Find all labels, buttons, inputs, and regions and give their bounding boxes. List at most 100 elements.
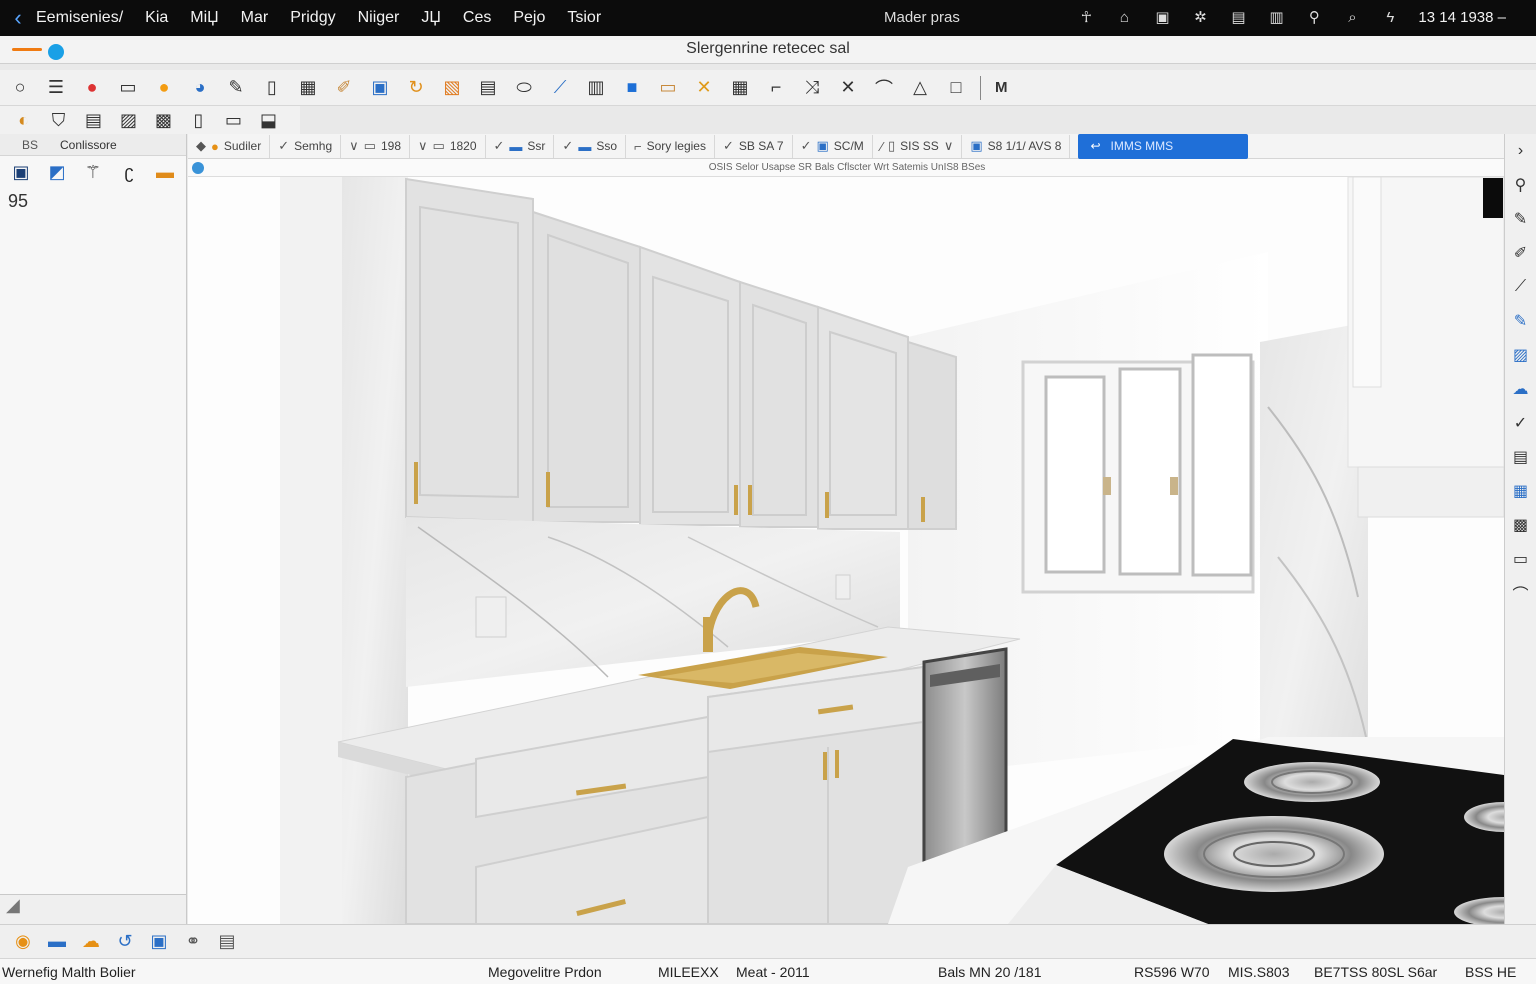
chevron-right-icon[interactable]: › [1505,134,1536,168]
location-icon[interactable]: ⚲ [1304,8,1324,26]
option-3[interactable]: ∨ ▭ 198 [341,134,410,158]
menu-item-2[interactable]: Kia [145,9,168,27]
sparkle-icon[interactable]: ✲ [1190,8,1210,26]
curve-icon[interactable]: ʗ [116,162,142,183]
cloud-icon[interactable]: ☁ [1505,372,1536,406]
fill-square-icon[interactable]: ■ [614,74,650,102]
option-6[interactable]: ✓ ▬ Sso [554,134,627,158]
curve-tool-icon[interactable]: ⌒ [1505,576,1536,610]
move-icon[interactable]: ⤨ [794,74,830,102]
grid2-icon[interactable]: ▥ [578,74,614,102]
option-9[interactable]: ✓ ▣ SC/M [793,134,873,158]
kitchen-render[interactable] [188,177,1504,924]
arc-icon[interactable]: ⌒ [866,74,902,102]
grid-icon[interactable]: ▦ [290,74,326,102]
paperclip-icon[interactable]: ⚭ [176,928,210,956]
menu-item-7[interactable]: JЏ [421,9,441,27]
calendar-tool-icon[interactable]: ▤ [470,74,506,102]
option-8[interactable]: ✓ SB SA 7 [715,134,793,158]
left-panel-tab-b[interactable]: Conlissore [60,138,117,152]
document-icon[interactable]: ▯ [254,74,290,102]
menu-item-10[interactable]: Tsior [567,9,601,27]
option-5[interactable]: ✓ ▬ Ssr [486,134,555,158]
menu-item-3[interactable]: MiЏ [190,9,218,27]
chart-icon[interactable]: ◩ [44,162,70,183]
notes-icon[interactable]: ▥ [1266,8,1286,26]
scroll-marker[interactable] [1483,178,1503,218]
panel-icon[interactable]: ▭ [216,106,251,134]
ruler-icon[interactable]: ⟋ [542,74,578,102]
monitor-bottom-icon[interactable]: ▬ [40,928,74,956]
paint-icon[interactable]: ✎ [1505,304,1536,338]
window-icon[interactable]: ▣ [1152,8,1172,26]
pen-icon[interactable]: ✎ [1505,202,1536,236]
render-viewport[interactable] [188,177,1504,924]
grid-tool-icon[interactable]: ▩ [1505,508,1536,542]
close-icon[interactable]: ✕ [830,74,866,102]
pin-icon[interactable]: ⚲ [1505,168,1536,202]
chart-bottom-icon[interactable]: ▣ [142,928,176,956]
list-icon[interactable]: ☰ [38,74,74,102]
bolt-icon[interactable]: ϟ [1380,9,1400,26]
form-icon[interactable]: ▤ [1505,440,1536,474]
pencil-icon[interactable]: ✎ [218,74,254,102]
calculator-icon[interactable]: ▦ [722,74,758,102]
menu-item-5[interactable]: Pridgy [290,9,335,27]
wand-icon[interactable]: ⚚ [80,162,106,183]
tag-icon[interactable]: ⬭ [506,74,542,102]
table-icon[interactable]: ▦ [1505,474,1536,508]
option-7[interactable]: ⌐ Sory legies [626,134,715,158]
brush-tool-icon[interactable]: ✐ [1505,236,1536,270]
folder-icon[interactable]: ▬ [152,162,178,183]
cloud-bottom-icon[interactable]: ☁ [74,928,108,956]
rectangle-icon[interactable]: ▭ [110,74,146,102]
option-10[interactable]: ⁄ ▯ SIS SS ∨ [873,134,963,158]
square-icon[interactable]: □ [938,74,974,102]
refresh-bottom-icon[interactable]: ↺ [108,928,142,956]
line-icon[interactable]: ⟋ [1505,270,1536,304]
menu-item-9[interactable]: Pejo [513,9,545,27]
frame-icon[interactable]: ▭ [650,74,686,102]
circle-icon[interactable]: ○ [2,74,38,102]
back-arrow-icon[interactable]: ‹ [0,0,36,36]
menu-item-6[interactable]: Niiger [358,9,400,27]
globe-icon[interactable]: ◕ [182,74,218,102]
photo-icon[interactable]: ▨ [111,106,146,134]
export-icon[interactable]: ⬓ [251,106,286,134]
refresh-icon[interactable]: ↻ [398,74,434,102]
orange-circle-icon[interactable]: ● [146,74,182,102]
bucket-icon[interactable]: ⛉ [41,106,76,134]
brush-icon[interactable]: ✐ [326,74,362,102]
calendar-icon[interactable]: ▤ [1228,8,1248,26]
texture-icon[interactable]: ▩ [146,106,181,134]
menu-item-4[interactable]: Mar [241,9,269,27]
option-4[interactable]: ∨ ▭ 1820 [410,134,486,158]
clipboard-icon[interactable]: ▤ [210,928,244,956]
triangle-icon[interactable]: △ [902,74,938,102]
edit-icon[interactable]: ◢ [6,895,20,915]
option-11[interactable]: ▣ S8 1/1/ AVS 8 [962,134,1071,158]
blue-square-icon[interactable]: ▣ [362,74,398,102]
tick-icon[interactable]: ✓ [1505,406,1536,440]
record-icon[interactable]: ● [74,74,110,102]
option-1[interactable]: ◆ ● Sudiler [188,134,271,158]
angle-icon[interactable]: ⌐ [758,74,794,102]
monitor-icon[interactable]: ▣ [8,162,34,183]
camera-icon[interactable]: ◉ [6,928,40,956]
option-2[interactable]: ✓ Semhg [270,134,342,158]
menu-item-1[interactable]: Eemisenies/ [36,9,123,27]
left-panel-tab-a[interactable]: BS [0,138,60,152]
primary-action-button[interactable]: ↩ IMMS MMS [1078,133,1249,159]
image-tool-icon[interactable]: ▨ [1505,338,1536,372]
mode-label[interactable]: M [995,79,1008,96]
layers-icon[interactable]: ▤ [76,106,111,134]
search-icon[interactable]: ⌕ [1342,9,1362,26]
file-icon[interactable]: ▯ [181,106,216,134]
accessibility-icon[interactable]: ☥ [1076,8,1096,26]
palette-icon[interactable]: ◐ [6,106,41,134]
image-icon[interactable]: ▧ [434,74,470,102]
home-icon[interactable]: ⌂ [1114,9,1134,26]
cross-tool-icon[interactable]: ✕ [686,74,722,102]
card-icon[interactable]: ▭ [1505,542,1536,576]
menu-item-8[interactable]: Ces [463,9,491,27]
